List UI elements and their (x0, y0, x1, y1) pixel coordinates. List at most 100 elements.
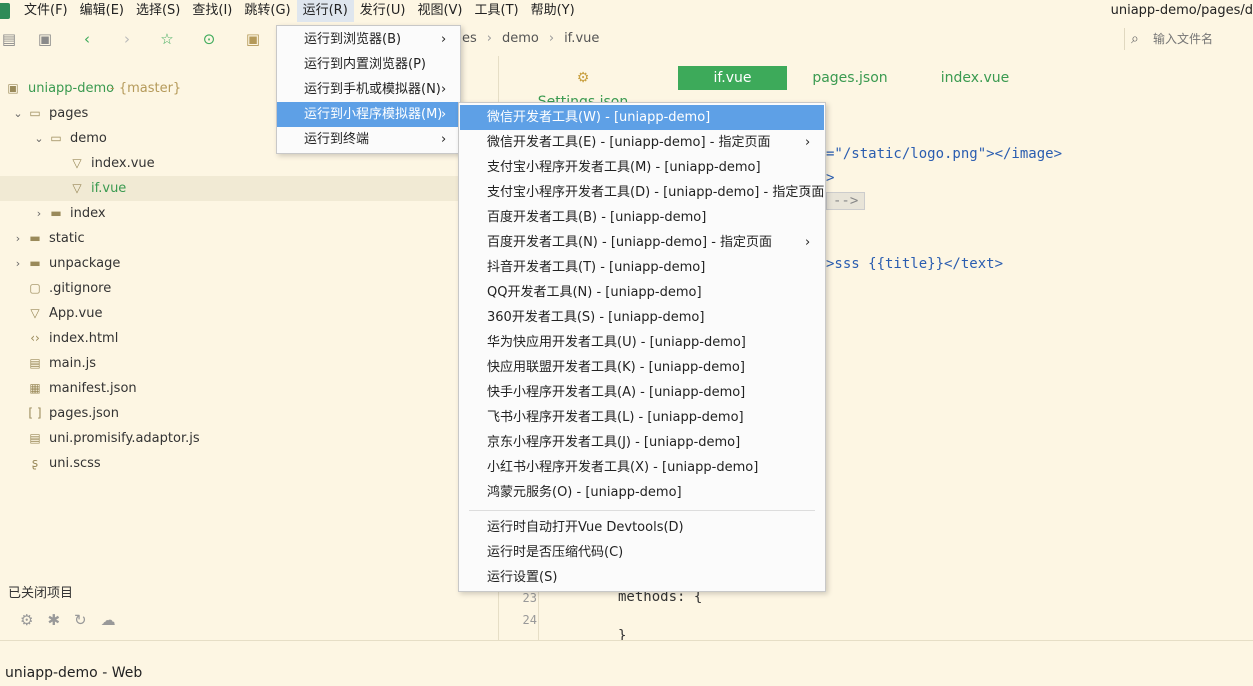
tree-item[interactable]: ▽ App.vue (0, 301, 498, 326)
tree-item[interactable]: ▤ main.js (0, 351, 498, 376)
tree-item[interactable]: ▦ manifest.json (0, 376, 498, 401)
tab-if-vue[interactable]: if.vue (678, 66, 787, 90)
cloud-icon[interactable]: ☁ (101, 611, 116, 629)
menu-item-label: 飞书小程序开发者工具(L) - [uniapp-demo] (487, 410, 744, 425)
chevron-right-icon[interactable]: › (12, 251, 24, 276)
refresh-icon[interactable]: ↻ (74, 611, 87, 629)
chevron-right-icon: › (805, 235, 811, 250)
code-line[interactable]: >sss {{title}}</text> (826, 256, 1003, 272)
tree-item[interactable]: ▽ index.vue (0, 151, 498, 176)
tree-item-label: pages.json (49, 406, 119, 421)
vue-file-icon: ▽ (72, 156, 82, 170)
manifest-icon: ▦ (29, 381, 41, 395)
run-menu-item[interactable]: 运行到内置浏览器(P) (277, 52, 460, 77)
json-file-icon: [ ] (28, 406, 42, 420)
back-icon[interactable]: ‹ (78, 30, 96, 48)
gear-icon: ⚙ (576, 70, 590, 86)
tab-settings-json[interactable]: ⚙ Settings.json (531, 66, 635, 110)
tab-pages-json[interactable]: pages.json (811, 66, 889, 90)
miniprogram-menu-item[interactable]: 快手小程序开发者工具(A) - [uniapp-demo] (460, 380, 824, 405)
file-search-input[interactable] (1153, 32, 1253, 46)
tab-index-vue[interactable]: index.vue (939, 66, 1011, 90)
plugin-icon[interactable]: ⚙ (20, 611, 33, 629)
line-number: 24 (522, 613, 537, 627)
chevron-right-icon: › (441, 82, 447, 97)
code-line[interactable]: --> (826, 192, 866, 210)
miniprogram-menu-item[interactable]: 快应用联盟开发者工具(K) - [uniapp-demo] (460, 355, 824, 380)
miniprogram-menu-item[interactable]: 百度开发者工具(N) - [uniapp-demo] - 指定页面 › (460, 230, 824, 255)
closed-projects-label: 已关闭项目 (8, 586, 74, 601)
file-icon[interactable]: ▤ (0, 30, 18, 48)
miniprogram-menu-item[interactable]: 百度开发者工具(B) - [uniapp-demo] (460, 205, 824, 230)
tree-item[interactable]: ▤ uni.promisify.adaptor.js (0, 426, 498, 451)
run-menu-item[interactable]: 运行到浏览器(B) › (277, 27, 460, 52)
project-icon[interactable]: ▣ (244, 30, 262, 48)
run-icon[interactable]: ⊙ (200, 30, 218, 48)
code-line[interactable]: > (826, 170, 834, 186)
menubar-item[interactable]: 文件(F) (18, 0, 74, 22)
menubar-item[interactable]: 运行(R) (296, 0, 354, 22)
breadcrumb-separator: › (486, 31, 492, 46)
miniprogram-menu-item[interactable]: 鸿蒙元服务(O) - [uniapp-demo] (460, 480, 824, 505)
code-line[interactable]: ="/static/logo.png"></image> (826, 146, 1062, 162)
menubar-item[interactable]: 工具(T) (469, 0, 525, 22)
menubar-item[interactable]: 视图(V) (411, 0, 468, 22)
tree-item[interactable]: ‹› index.html (0, 326, 498, 351)
save-icon[interactable]: ▣ (36, 30, 54, 48)
tree-item[interactable]: › ▬ static (0, 226, 498, 251)
miniprogram-menu-item[interactable]: 微信开发者工具(E) - [uniapp-demo] - 指定页面 › (460, 130, 824, 155)
miniprogram-menu-item[interactable]: 抖音开发者工具(T) - [uniapp-demo] (460, 255, 824, 280)
chevron-down-icon[interactable]: ⌄ (12, 101, 24, 126)
menubar-item[interactable]: 选择(S) (130, 0, 186, 22)
forward-icon[interactable]: › (118, 30, 136, 48)
menu-item-label: 鸿蒙元服务(O) - [uniapp-demo] (487, 485, 682, 500)
menu-item-label: 运行到手机或模拟器(N) (304, 82, 441, 97)
folder-icon: ▬ (29, 256, 41, 270)
tab-label: index.vue (940, 70, 1010, 86)
miniprogram-menu-item[interactable]: QQ开发者工具(N) - [uniapp-demo] (460, 280, 824, 305)
miniprogram-menu-item[interactable]: 飞书小程序开发者工具(L) - [uniapp-demo] (460, 405, 824, 430)
chevron-down-icon[interactable]: ⌄ (33, 126, 45, 151)
miniprogram-menu-item[interactable]: 支付宝小程序开发者工具(D) - [uniapp-demo] - 指定页面 › (460, 180, 824, 205)
menubar-item[interactable]: 跳转(G) (238, 0, 296, 22)
miniprogram-menu-item[interactable]: 微信开发者工具(W) - [uniapp-demo] (460, 105, 824, 130)
menu-item-label: 快应用联盟开发者工具(K) - [uniapp-demo] (487, 360, 745, 375)
code-fragment: ="/static/logo.png"></image> (826, 146, 1063, 162)
tree-item[interactable]: [ ] pages.json (0, 401, 498, 426)
miniprogram-menu-item[interactable]: 支付宝小程序开发者工具(M) - [uniapp-demo] (460, 155, 824, 180)
miniprogram-menu-item[interactable]: 京东小程序开发者工具(J) - [uniapp-demo] (460, 430, 824, 455)
tree-item[interactable]: › ▬ index (0, 201, 498, 226)
miniprogram-menu-item[interactable]: 小红书小程序开发者工具(X) - [uniapp-demo] (460, 455, 824, 480)
miniprogram-menu-item[interactable]: 运行时自动打开Vue Devtools(D) (460, 515, 824, 540)
code-fragment: >sss {{title}}</text> (826, 256, 1004, 272)
file-icon: ▢ (29, 281, 41, 295)
menubar-item[interactable]: 编辑(E) (74, 0, 130, 22)
run-menu-item[interactable]: 运行到小程序模拟器(M) › (277, 102, 460, 127)
tree-item[interactable]: › ▬ unpackage (0, 251, 498, 276)
menubar-item[interactable]: 查找(I) (186, 0, 238, 22)
tree-item-label: demo (70, 131, 107, 146)
bug-icon[interactable]: ✱ (47, 611, 60, 629)
tree-item-label: pages (49, 106, 89, 121)
miniprogram-menu-item[interactable]: 运行设置(S) (460, 565, 824, 590)
breadcrumb-item[interactable]: if.vue (564, 24, 599, 54)
miniprogram-menu-item[interactable]: 360开发者工具(S) - [uniapp-demo] (460, 305, 824, 330)
miniprogram-menu-item[interactable]: 华为快应用开发者工具(U) - [uniapp-demo] (460, 330, 824, 355)
vue-file-icon: ▽ (72, 181, 82, 195)
tree-item[interactable]: ▢ .gitignore (0, 276, 498, 301)
menubar-item[interactable]: 发行(U) (354, 0, 412, 22)
run-menu-item[interactable]: 运行到终端 › (277, 127, 460, 152)
miniprogram-menu-item[interactable]: 运行时是否压缩代码(C) (460, 540, 824, 565)
chevron-right-icon[interactable]: › (12, 226, 24, 251)
tree-item[interactable]: ʂ uni.scss (0, 451, 498, 476)
tab-label: pages.json (812, 70, 888, 86)
tree-item[interactable]: ▽ if.vue (0, 176, 498, 201)
star-icon[interactable]: ☆ (158, 30, 176, 48)
menubar-item[interactable]: 帮助(Y) (525, 0, 581, 22)
breadcrumb-item[interactable]: es (462, 24, 477, 54)
run-menu-item[interactable]: 运行到手机或模拟器(N) › (277, 77, 460, 102)
chevron-right-icon: › (805, 185, 811, 200)
breadcrumb-item[interactable]: demo (502, 24, 539, 54)
folder-open-icon: ▭ (29, 106, 41, 120)
chevron-right-icon[interactable]: › (33, 201, 45, 226)
